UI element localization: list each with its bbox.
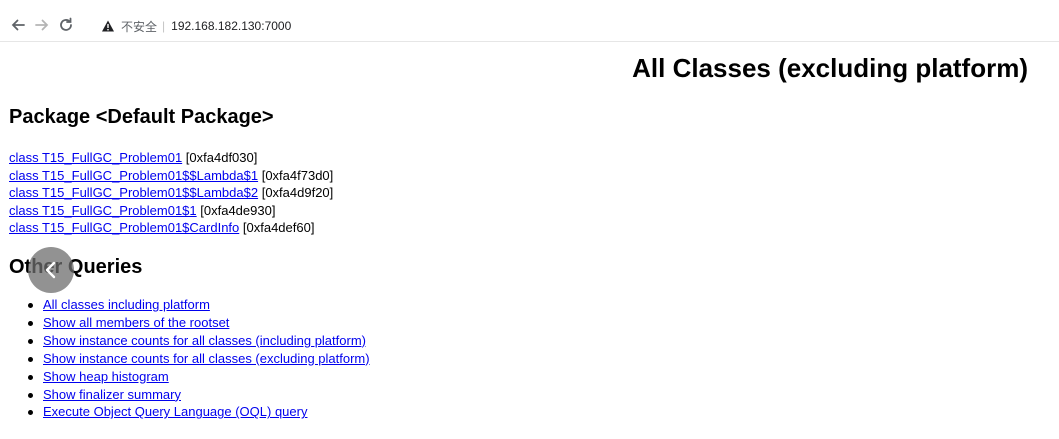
class-row: class T15_FullGC_Problem01$$Lambda$1 [0x… bbox=[9, 167, 333, 185]
class-row: class T15_FullGC_Problem01 [0xfa4df030] bbox=[9, 149, 333, 167]
warning-icon bbox=[102, 20, 114, 32]
bullet-icon bbox=[28, 374, 33, 380]
class-address: [0xfa4def60] bbox=[242, 220, 315, 235]
class-address: [0xfa4de930] bbox=[200, 202, 276, 218]
class-link[interactable]: class T15_FullGC_Problem01 bbox=[9, 150, 182, 165]
class-address: [0xfa4f73d0] bbox=[261, 167, 334, 183]
separator: | bbox=[162, 19, 166, 33]
class-address: [0xfa4d9f20] bbox=[261, 185, 334, 200]
list-item: Show finalizer summary bbox=[27, 386, 370, 404]
back-button[interactable] bbox=[9, 17, 27, 35]
class-row: class T15_FullGC_Problem01$CardInfo [0xf… bbox=[9, 219, 333, 237]
page-title: All Classes (excluding platform) bbox=[632, 53, 1028, 83]
chevron-left-icon bbox=[45, 261, 56, 279]
url-text[interactable]: 192.168.182.130:7000 bbox=[171, 19, 291, 33]
forward-button[interactable] bbox=[33, 17, 51, 35]
query-link[interactable]: Show instance counts for all classes (in… bbox=[43, 333, 366, 348]
query-list: All classes including platform Show all … bbox=[27, 296, 370, 421]
query-link[interactable]: Show instance counts for all classes (ex… bbox=[43, 351, 370, 366]
query-link[interactable]: All classes including platform bbox=[43, 297, 210, 312]
arrow-left-icon bbox=[11, 19, 25, 31]
class-row: class T15_FullGC_Problem01$1 [0xfa4de930… bbox=[9, 202, 333, 220]
class-link[interactable]: class T15_FullGC_Problem01$$Lambda$1 bbox=[9, 168, 258, 183]
query-link[interactable]: Show all members of the rootset bbox=[43, 315, 229, 330]
overlay-back-button[interactable] bbox=[28, 247, 74, 293]
class-address: [0xfa4df030] bbox=[185, 150, 258, 165]
reload-button[interactable] bbox=[57, 17, 75, 35]
bullet-icon bbox=[28, 320, 33, 326]
query-link[interactable]: Show finalizer summary bbox=[43, 387, 181, 402]
query-link[interactable]: Show heap histogram bbox=[43, 369, 169, 384]
list-item: All classes including platform bbox=[27, 296, 370, 314]
list-item: Execute Object Query Language (OQL) quer… bbox=[27, 403, 370, 421]
class-link[interactable]: class T15_FullGC_Problem01$CardInfo bbox=[9, 220, 239, 235]
bullet-icon bbox=[28, 392, 33, 398]
list-item: Show instance counts for all classes (ex… bbox=[27, 350, 370, 368]
arrow-right-icon bbox=[35, 19, 49, 31]
address-bar[interactable]: 不安全 | 192.168.182.130:7000 bbox=[101, 18, 291, 34]
list-item: Show all members of the rootset bbox=[27, 314, 370, 332]
package-heading: Package <Default Package> bbox=[9, 106, 274, 128]
browser-toolbar: 不安全 | 192.168.182.130:7000 bbox=[0, 0, 1059, 42]
bullet-icon bbox=[28, 303, 33, 308]
reload-icon bbox=[60, 17, 72, 31]
class-link[interactable]: class T15_FullGC_Problem01$$Lambda$2 bbox=[9, 185, 258, 200]
query-link[interactable]: Execute Object Query Language (OQL) quer… bbox=[43, 404, 307, 419]
security-label[interactable]: 不安全 bbox=[121, 18, 157, 35]
bullet-icon bbox=[28, 356, 33, 362]
page-content: All Classes (excluding platform) Package… bbox=[0, 42, 1059, 439]
class-row: class T15_FullGC_Problem01$$Lambda$2 [0x… bbox=[9, 184, 333, 202]
class-link[interactable]: class T15_FullGC_Problem01$1 bbox=[9, 203, 197, 218]
list-item: Show instance counts for all classes (in… bbox=[27, 332, 370, 350]
bullet-icon bbox=[28, 338, 33, 344]
class-list: class T15_FullGC_Problem01 [0xfa4df030] … bbox=[9, 149, 333, 237]
list-item: Show heap histogram bbox=[27, 368, 370, 386]
bullet-icon bbox=[28, 410, 33, 416]
